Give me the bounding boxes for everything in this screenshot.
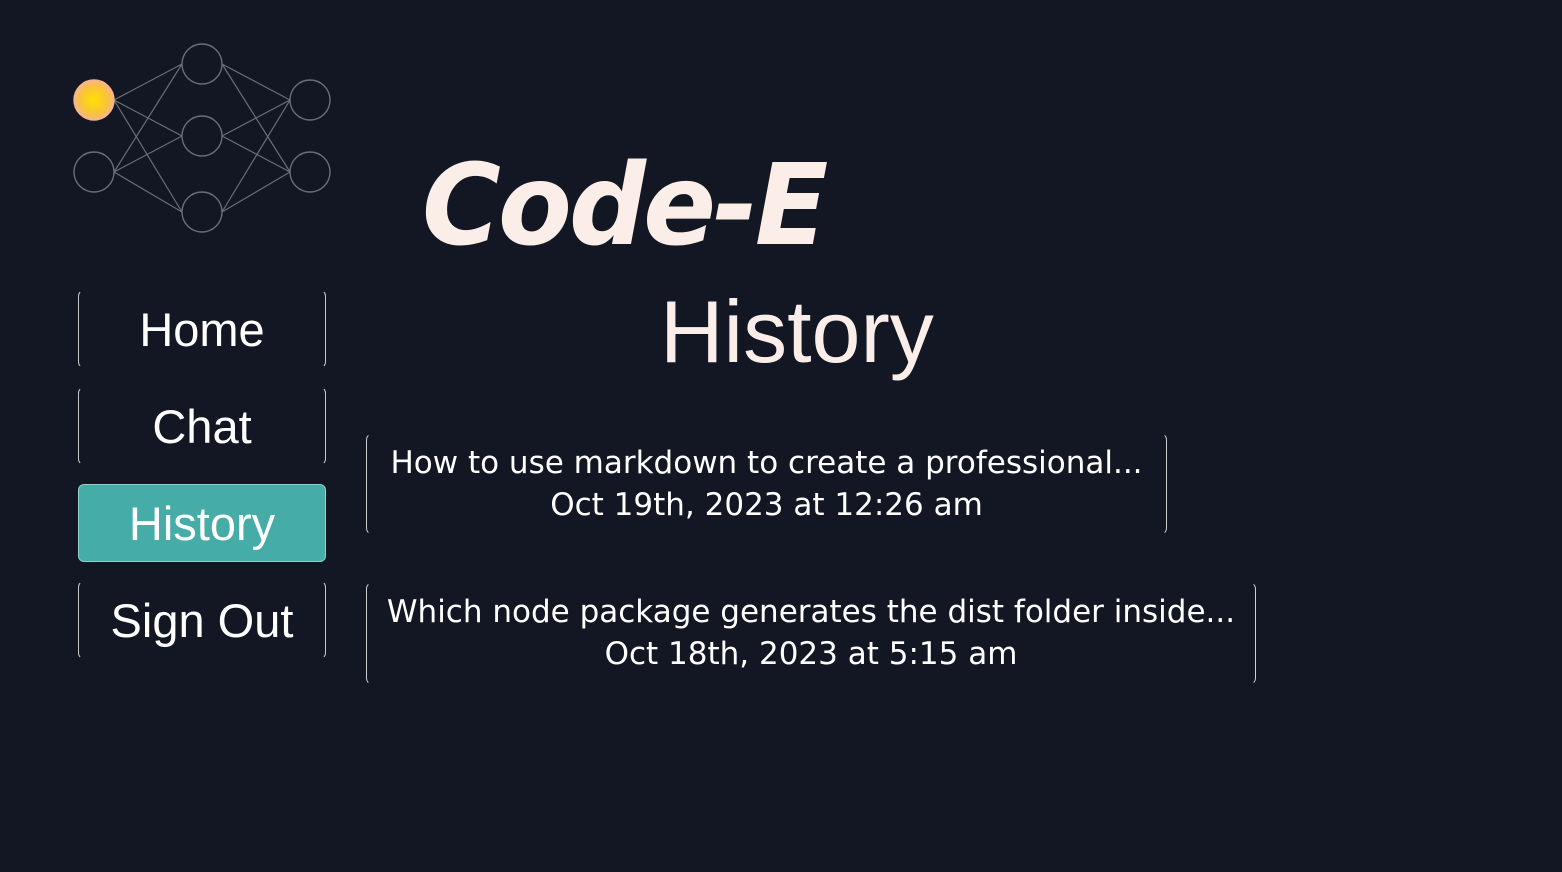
sidebar-nav: Home Chat History Sign Out — [78, 290, 326, 678]
nav-chat-button[interactable]: Chat — [78, 387, 326, 465]
history-entry-timestamp: Oct 19th, 2023 at 12:26 am — [550, 487, 983, 523]
history-entry-timestamp: Oct 18th, 2023 at 5:15 am — [604, 636, 1018, 672]
nav-home-button[interactable]: Home — [78, 290, 326, 368]
page-title: History — [660, 282, 934, 381]
nav-sign-out-button[interactable]: Sign Out — [78, 581, 326, 659]
history-entry-title: Which node package generates the dist fo… — [386, 594, 1236, 630]
brand-name: Code-E — [422, 141, 828, 271]
history-entry-title: How to use markdown to create a professi… — [390, 445, 1143, 481]
history-page: Code-E History Home Chat History Sign Ou… — [0, 0, 1562, 872]
nav-history-button[interactable]: History — [78, 484, 326, 562]
history-entry[interactable]: How to use markdown to create a professi… — [366, 433, 1167, 535]
history-entry[interactable]: Which node package generates the dist fo… — [366, 582, 1256, 685]
neural-network-logo-icon — [73, 43, 331, 233]
